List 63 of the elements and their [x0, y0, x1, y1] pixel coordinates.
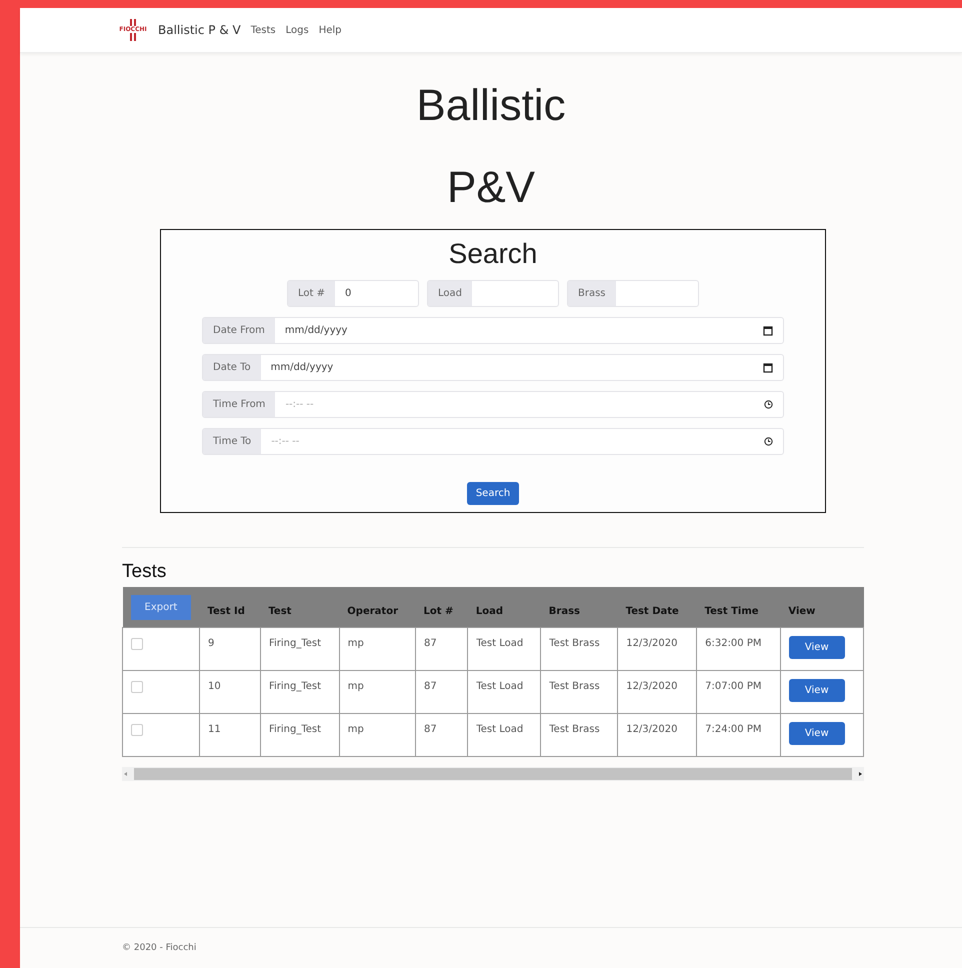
table-cell: mp [339, 714, 416, 756]
table-cell: Test Load [468, 628, 541, 670]
column-header: View [780, 587, 864, 628]
table-cell: Firing_Test [260, 714, 340, 756]
column-header: Lot # [415, 587, 468, 628]
section-title: Tests [122, 561, 168, 583]
input-field[interactable]: Date From mm/dd/yyyy [202, 317, 784, 344]
search-button[interactable]: Search [466, 482, 520, 505]
table-cell: Test Load [468, 670, 541, 714]
row-checkbox[interactable] [131, 638, 143, 650]
table-cell: 9 [200, 628, 260, 670]
brand-name[interactable]: Ballistic P & V [158, 23, 241, 37]
column-header: Test Date [618, 587, 697, 628]
input-field[interactable]: Time To --:-- -- [202, 428, 784, 455]
table-cell: 87 [415, 628, 468, 670]
input-field[interactable]: Date To mm/dd/yyyy [202, 354, 784, 381]
input-field[interactable]: Time From --:-- -- [202, 391, 784, 418]
table-cell: 87 [415, 670, 468, 714]
nav-link[interactable]: Tests [250, 24, 276, 36]
column-header: Test Time [696, 587, 780, 628]
calendar-icon[interactable] [763, 326, 773, 336]
view-button[interactable]: View [788, 722, 845, 745]
page-title: P&V [446, 162, 536, 214]
view-button[interactable]: View [788, 636, 845, 659]
table-cell: 12/3/2020 [618, 670, 697, 714]
input-field[interactable]: Load [427, 280, 559, 307]
column-header: Load [468, 587, 541, 628]
horizontal-scrollbar[interactable] [122, 767, 864, 781]
table-cell: 10 [200, 670, 260, 714]
input-field[interactable]: Brass [567, 280, 699, 307]
table-cell: 11 [200, 714, 260, 756]
column-header: Brass [540, 587, 618, 628]
page-title: Ballistic [415, 80, 567, 132]
table-cell: mp [339, 628, 416, 670]
table-cell: Test Load [468, 714, 541, 756]
table-cell: 87 [415, 714, 468, 756]
nav-link[interactable]: Help [318, 24, 342, 36]
table-cell: 6:32:00 PM [696, 628, 780, 670]
table-cell: Test Brass [540, 670, 618, 714]
export-button[interactable]: Export [130, 594, 192, 620]
row-checkbox[interactable] [131, 724, 143, 736]
table-cell: Firing_Test [260, 628, 340, 670]
column-header: Test [260, 587, 340, 628]
scroll-right-icon[interactable] [856, 770, 864, 778]
table-cell: 12/3/2020 [618, 714, 697, 756]
table-cell: mp [339, 670, 416, 714]
clock-icon[interactable] [764, 400, 773, 409]
column-header: Test Id [200, 587, 260, 628]
table-cell: 7:24:00 PM [696, 714, 780, 756]
footer-text: © 2020 - Fiocchi [122, 943, 196, 953]
search-title: Search [448, 238, 538, 270]
clock-icon[interactable] [764, 437, 773, 446]
table-cell: Test Brass [540, 628, 618, 670]
table-cell: 12/3/2020 [618, 628, 697, 670]
table-cell: Test Brass [540, 714, 618, 756]
row-checkbox[interactable] [131, 681, 143, 693]
nav-link[interactable]: Logs [286, 24, 309, 36]
view-button[interactable]: View [788, 679, 845, 702]
table-cell: 7:07:00 PM [696, 670, 780, 714]
table-cell: Firing_Test [260, 670, 340, 714]
calendar-icon[interactable] [763, 362, 773, 372]
input-field[interactable]: Lot # 0 [287, 280, 419, 307]
column-header: Operator [339, 587, 416, 628]
